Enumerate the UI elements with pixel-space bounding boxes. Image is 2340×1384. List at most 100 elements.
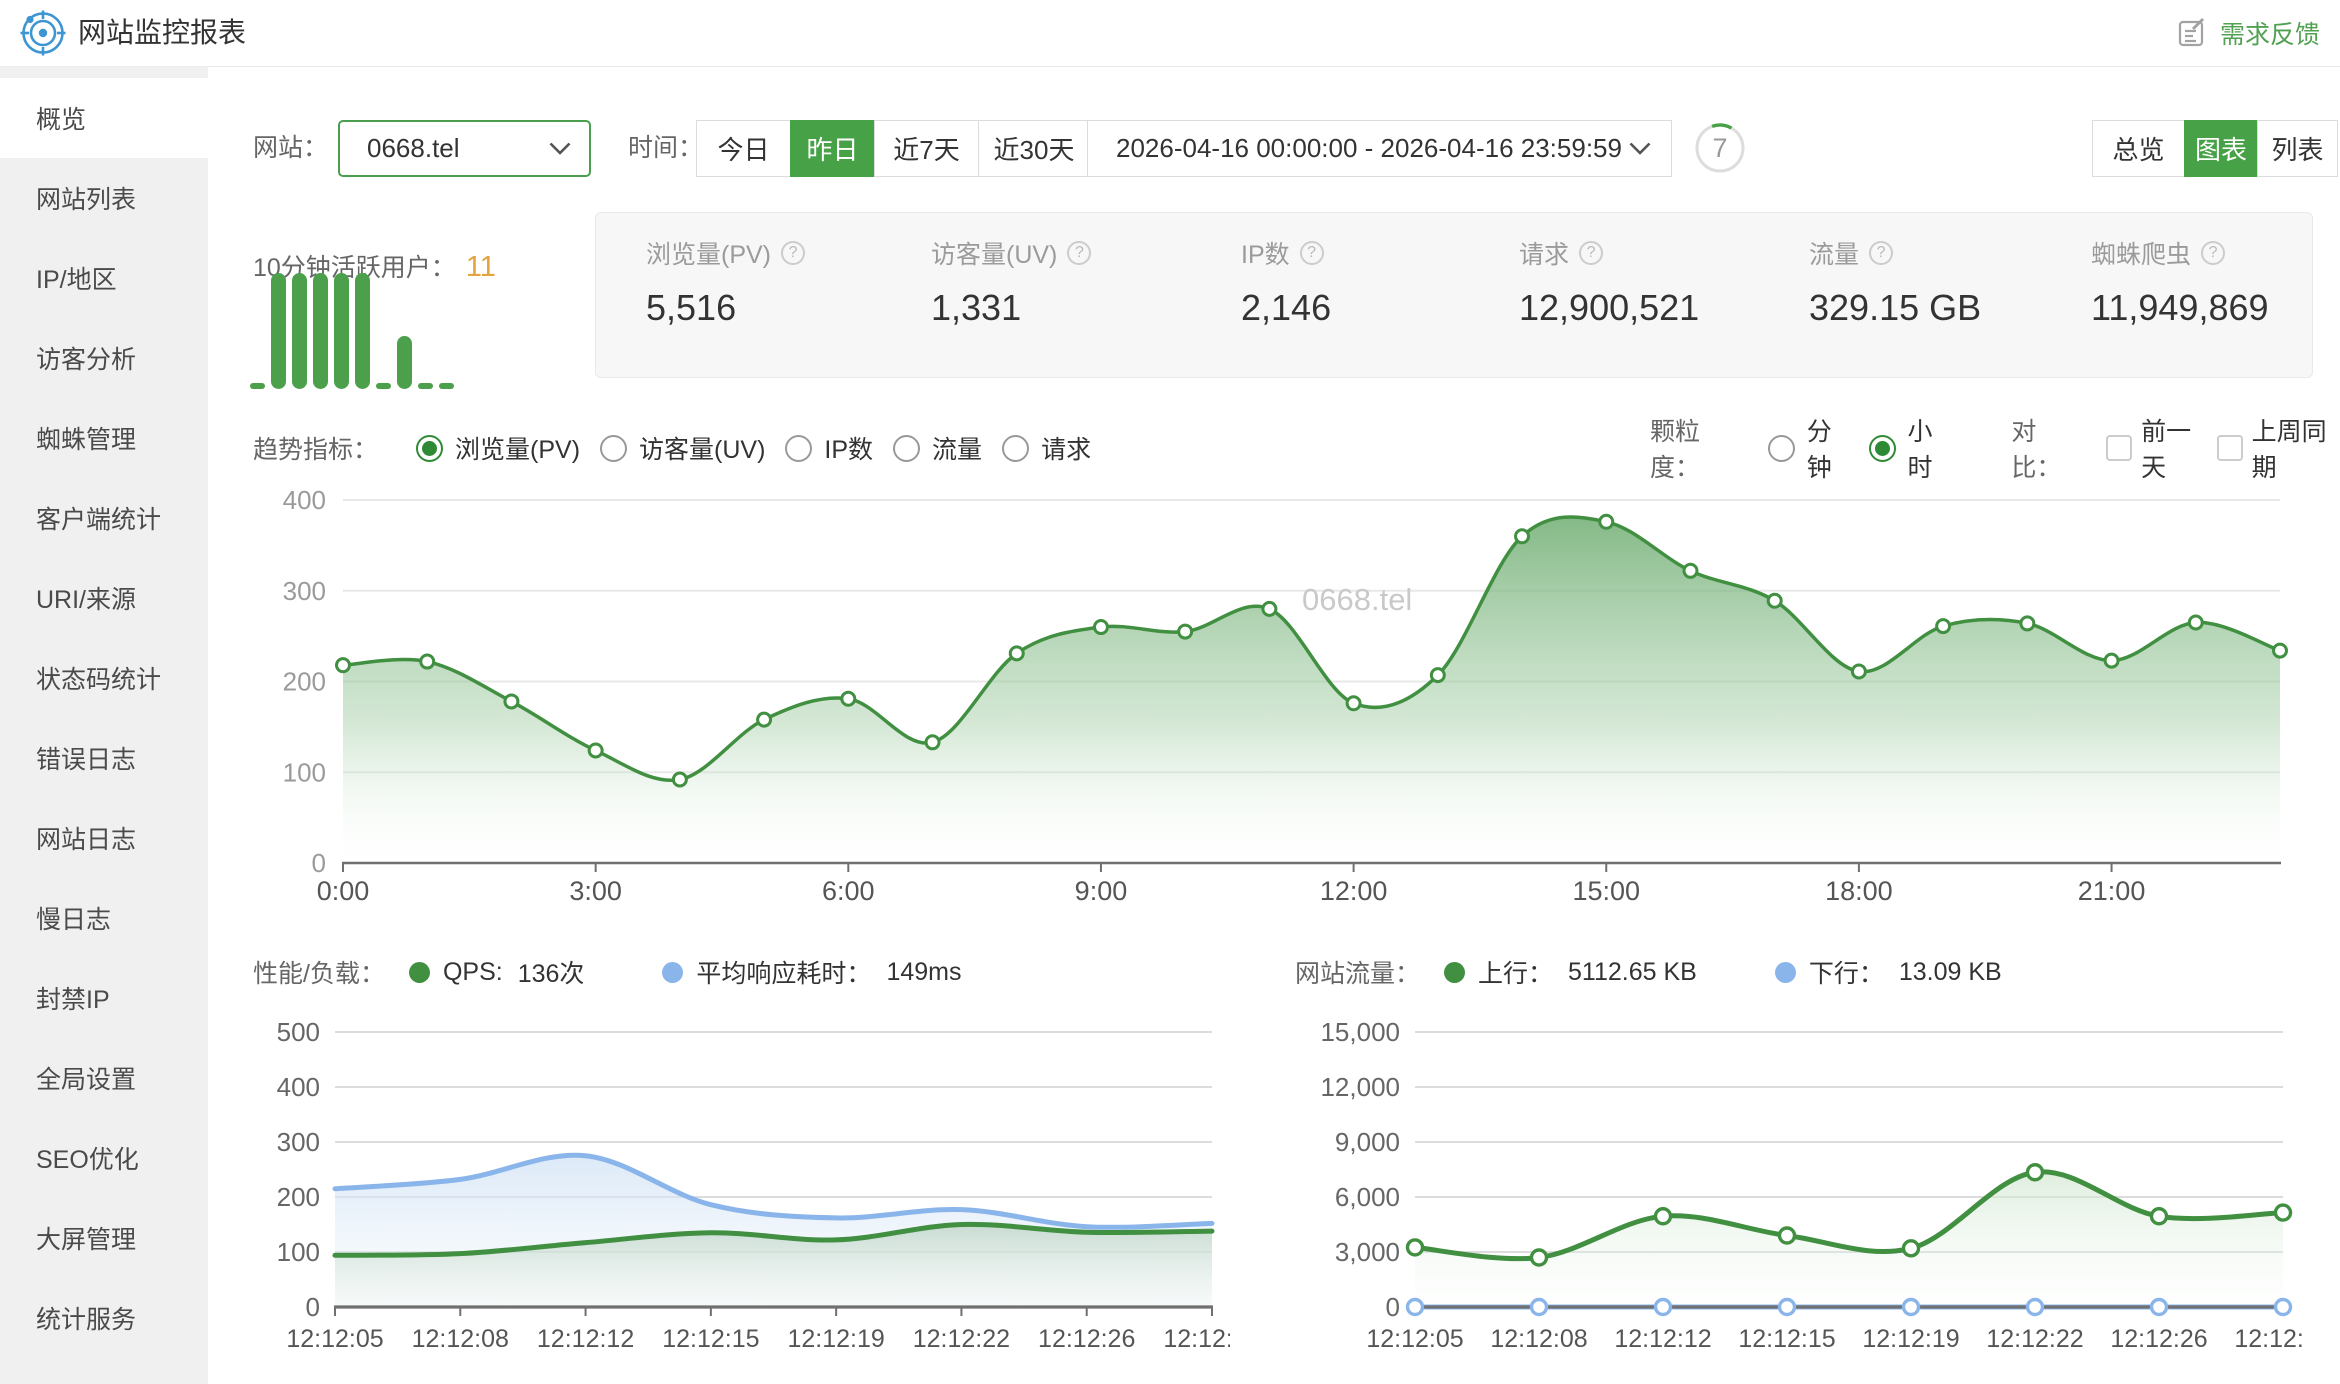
- view-mode-button-2[interactable]: 列表: [2257, 120, 2338, 177]
- svg-text:12:12:05: 12:12:05: [1366, 1325, 1463, 1353]
- sidebar-item-15[interactable]: 统计服务: [0, 1278, 208, 1358]
- sidebar-item-4[interactable]: 蜘蛛管理: [0, 398, 208, 478]
- active-users-value: 11: [466, 251, 496, 284]
- svg-text:15,000: 15,000: [1320, 1017, 1400, 1047]
- time-range-button-1[interactable]: 昨日: [790, 120, 875, 177]
- radio-icon: [416, 435, 443, 462]
- svg-text:0668.tel: 0668.tel: [1302, 582, 1412, 617]
- sidebar-item-7[interactable]: 状态码统计: [0, 638, 208, 718]
- svg-text:200: 200: [277, 1182, 320, 1212]
- view-mode-button-1[interactable]: 图表: [2184, 120, 2258, 177]
- compare-checkbox-1[interactable]: 上周同期: [2217, 412, 2340, 484]
- stat-label-row: 流量?: [1809, 235, 1981, 271]
- active-users-bar: [271, 273, 286, 389]
- help-icon[interactable]: ?: [1869, 241, 1893, 265]
- stat-label: 浏览量(PV): [646, 235, 771, 271]
- sidebar-item-6[interactable]: URI/来源: [0, 558, 208, 638]
- svg-text:12:12:08: 12:12:08: [1490, 1325, 1587, 1353]
- site-label: 网站：: [253, 120, 328, 177]
- sidebar-item-9[interactable]: 网站日志: [0, 798, 208, 878]
- legend-item-0: QPS:136次: [409, 954, 584, 990]
- svg-text:12:12:15: 12:12:15: [662, 1325, 759, 1353]
- svg-text:100: 100: [277, 1237, 320, 1267]
- svg-text:300: 300: [277, 1127, 320, 1157]
- app-header: 网站监控报表 需求反馈: [0, 0, 2340, 67]
- refresh-countdown: 7: [1694, 122, 1746, 174]
- metric-radio-3[interactable]: 流量: [893, 430, 982, 466]
- sidebar-item-3[interactable]: 访客分析: [0, 318, 208, 398]
- sidebar-item-14[interactable]: 大屏管理: [0, 1198, 208, 1278]
- granularity-compare-controls: 颗粒度： 分钟小时 对比： 前一天上周同期: [1650, 426, 2340, 470]
- granularity-radio-0[interactable]: 分钟: [1768, 412, 1849, 484]
- feedback-label: 需求反馈: [2220, 15, 2320, 51]
- help-icon[interactable]: ?: [1067, 241, 1091, 265]
- svg-text:100: 100: [283, 757, 326, 787]
- legend-dot-icon: [1775, 962, 1796, 983]
- radio-icon: [600, 435, 627, 462]
- svg-text:12,000: 12,000: [1320, 1072, 1400, 1102]
- compare-checkbox-0[interactable]: 前一天: [2106, 412, 2207, 484]
- svg-text:12:12:26: 12:12:26: [2110, 1325, 2207, 1353]
- stat-cell-1: 访客量(UV)?1,331: [931, 213, 1091, 329]
- radio-icon: [1002, 435, 1029, 462]
- metric-radio-2[interactable]: IP数: [785, 430, 873, 466]
- svg-text:3:00: 3:00: [569, 876, 622, 906]
- sidebar-item-5[interactable]: 客户端统计: [0, 478, 208, 558]
- stat-cell-4: 流量?329.15 GB: [1809, 213, 1981, 329]
- metric-radio-1[interactable]: 访客量(UV): [600, 430, 765, 466]
- legend-dot-icon: [662, 962, 683, 983]
- countdown-value: 7: [1694, 122, 1746, 174]
- svg-text:18:00: 18:00: [1825, 876, 1893, 906]
- sidebar-item-10[interactable]: 慢日志: [0, 878, 208, 958]
- time-range-button-0[interactable]: 今日: [696, 120, 791, 177]
- time-range-button-3[interactable]: 近30天: [978, 120, 1090, 177]
- stat-cell-0: 浏览量(PV)?5,516: [646, 213, 805, 329]
- radio-label: 分钟: [1807, 412, 1849, 484]
- metric-radio-0[interactable]: 浏览量(PV): [416, 430, 580, 466]
- active-users-bar: [334, 273, 349, 389]
- svg-text:6,000: 6,000: [1335, 1182, 1400, 1212]
- help-icon[interactable]: ?: [781, 241, 805, 265]
- sidebar-item-1[interactable]: 网站列表: [0, 158, 208, 238]
- feedback-link[interactable]: 需求反馈: [2176, 0, 2320, 66]
- sidebar-item-8[interactable]: 错误日志: [0, 718, 208, 798]
- stat-label-row: IP数?: [1241, 235, 1331, 271]
- stat-label: 流量: [1809, 235, 1859, 271]
- date-range-picker[interactable]: 2026-04-16 00:00:00 - 2026-04-16 23:59:5…: [1087, 120, 1672, 177]
- traffic-legend: 网站流量：上行：5112.65 KB下行：13.09 KB: [1295, 950, 2002, 994]
- svg-text:12:12:12: 12:12:12: [537, 1325, 634, 1353]
- svg-text:15:00: 15:00: [1572, 876, 1640, 906]
- legend-item-0: 上行：5112.65 KB: [1444, 954, 1697, 990]
- site-select[interactable]: 0668.tel: [338, 120, 591, 177]
- stat-label: IP数: [1241, 235, 1290, 271]
- sidebar-item-13[interactable]: SEO优化: [0, 1118, 208, 1198]
- sidebar-item-12[interactable]: 全局设置: [0, 1038, 208, 1118]
- help-icon[interactable]: ?: [1300, 241, 1324, 265]
- help-icon[interactable]: ?: [2201, 241, 2225, 265]
- time-range-button-2[interactable]: 近7天: [874, 120, 979, 177]
- active-users-bar: [313, 273, 328, 389]
- legend-item-label: 平均响应耗时：: [696, 954, 871, 990]
- svg-text:0: 0: [312, 848, 326, 878]
- stat-cell-3: 请求?12,900,521: [1519, 213, 1699, 329]
- view-mode-button-0[interactable]: 总览: [2092, 120, 2185, 177]
- sidebar-item-11[interactable]: 封禁IP: [0, 958, 208, 1038]
- granularity-radio-1[interactable]: 小时: [1869, 412, 1950, 484]
- sidebar-item-2[interactable]: IP/地区: [0, 238, 208, 318]
- svg-text:12:00: 12:00: [1320, 876, 1388, 906]
- time-range-group: 今日昨日近7天近30天: [696, 120, 1090, 177]
- svg-text:12:12:08: 12:12:08: [412, 1325, 509, 1353]
- view-mode-group: 总览图表列表: [2092, 120, 2338, 177]
- stat-value: 2,146: [1241, 287, 1331, 329]
- svg-text:12:12:29: 12:12:29: [1163, 1325, 1230, 1353]
- sidebar-item-0[interactable]: 概览: [0, 78, 208, 158]
- legend-item-value: 149ms: [886, 958, 961, 987]
- sidebar: 概览网站列表IP/地区访客分析蜘蛛管理客户端统计URI/来源状态码统计错误日志网…: [0, 67, 208, 1384]
- svg-text:12:12:12: 12:12:12: [1614, 1325, 1711, 1353]
- checkbox-icon: [2217, 435, 2243, 461]
- metric-radio-4[interactable]: 请求: [1002, 430, 1091, 466]
- help-icon[interactable]: ?: [1579, 241, 1603, 265]
- compare-label: 对比：: [2011, 412, 2080, 484]
- stat-cell-2: IP数? 2,146: [1241, 213, 1331, 329]
- svg-text:0: 0: [1386, 1292, 1400, 1322]
